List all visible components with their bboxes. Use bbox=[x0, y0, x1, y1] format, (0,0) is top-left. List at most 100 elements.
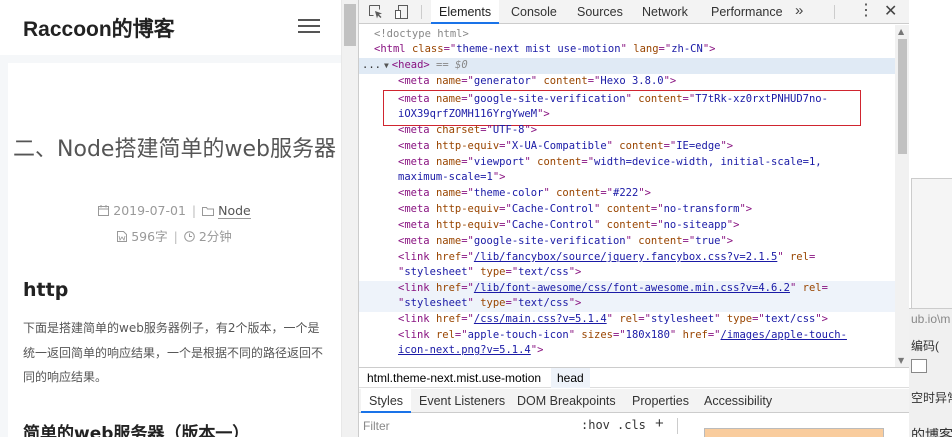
dom-link-fancybox-cont[interactable]: "stylesheet" type="text/css"> bbox=[359, 265, 895, 281]
attr-value: IE=edge bbox=[676, 140, 721, 152]
attr-value: stylesheet bbox=[650, 313, 715, 325]
dom-meta-cache-2[interactable]: <meta http-equiv="Cache-Control" content… bbox=[359, 218, 895, 234]
more-tabs-chevron-icon[interactable]: » bbox=[795, 0, 803, 22]
word-count: 596字 bbox=[131, 229, 168, 244]
icon-link[interactable]: icon-next.png?v=5.1.4 bbox=[398, 344, 531, 356]
scroll-up-arrow-icon[interactable]: ▲ bbox=[898, 27, 904, 36]
background-blog-fragment: 的博客 bbox=[911, 427, 952, 437]
more-options-icon[interactable]: ⋮ bbox=[858, 0, 874, 22]
post-category-link[interactable]: Node bbox=[218, 203, 251, 219]
hover-state-toggle[interactable]: :hov bbox=[581, 418, 610, 432]
inspect-element-icon[interactable] bbox=[368, 4, 384, 20]
styles-filter-bar: :hov .cls + bbox=[359, 414, 909, 437]
toolbar-divider bbox=[834, 5, 835, 19]
attr-value: no-siteapp bbox=[663, 219, 727, 231]
devtools-panel: Elements Console Sources Network Perform… bbox=[358, 0, 909, 437]
devtools-toolbar: Elements Console Sources Network Perform… bbox=[359, 0, 909, 24]
post-title-text: 二、Node搭建简单的web服务器 bbox=[13, 137, 336, 162]
folder-icon bbox=[202, 205, 215, 219]
device-toolbar-icon[interactable] bbox=[394, 4, 410, 20]
post-body: 二、Node搭建简单的web服务器 2019-07-01 | Node 596字 |… bbox=[8, 63, 341, 437]
post-date: 2019-07-01 bbox=[113, 203, 186, 218]
elements-tree[interactable]: <!doctype html> <html class="theme-next … bbox=[359, 25, 895, 367]
dom-link-apple-icon-cont[interactable]: icon-next.png?v=5.1.4"> bbox=[359, 343, 895, 359]
dom-meta-charset[interactable]: <meta charset="UTF-8"> bbox=[359, 123, 895, 139]
file-word-icon bbox=[117, 231, 128, 245]
blog-header: Raccoon的博客 bbox=[0, 0, 341, 55]
ellipsis-icon[interactable]: ... bbox=[362, 59, 381, 71]
tab-sources[interactable]: Sources bbox=[569, 0, 631, 24]
background-window-top bbox=[909, 0, 952, 178]
attr-value: Cache-Control bbox=[511, 219, 594, 231]
post-title[interactable]: 二、Node搭建简单的web服务器 bbox=[8, 136, 341, 164]
dom-meta-generator[interactable]: <meta name="generator" content="Hexo 3.8… bbox=[359, 74, 895, 90]
tab-properties[interactable]: Properties bbox=[624, 389, 697, 413]
attr-value: text/css bbox=[518, 266, 569, 278]
tab-styles[interactable]: Styles bbox=[361, 389, 412, 413]
icon-link[interactable]: /images/apple-touch- bbox=[721, 329, 847, 341]
background-window-middle bbox=[911, 178, 952, 308]
background-checkbox-icon bbox=[911, 359, 927, 373]
blog-scroll-thumb[interactable] bbox=[344, 4, 356, 46]
sidebar-pane-tabs: Styles Event Listeners DOM Breakpoints P… bbox=[359, 389, 909, 413]
styles-filter-input[interactable] bbox=[363, 417, 563, 435]
tab-elements[interactable]: Elements bbox=[431, 0, 500, 24]
tab-accessibility[interactable]: Accessibility bbox=[696, 389, 780, 413]
elements-scroll-thumb[interactable] bbox=[898, 39, 907, 154]
dom-doctype[interactable]: <!doctype html> bbox=[359, 27, 895, 43]
attr-value: apple-touch-icon bbox=[467, 329, 569, 341]
tab-network[interactable]: Network bbox=[634, 0, 696, 24]
tab-dom-breakpoints[interactable]: DOM Breakpoints bbox=[509, 389, 624, 413]
dom-html-node[interactable]: <html class="theme-next mist use-motion"… bbox=[359, 42, 895, 58]
menu-hamburger-icon[interactable] bbox=[298, 17, 320, 35]
calendar-icon bbox=[98, 205, 110, 219]
close-icon[interactable]: ✕ bbox=[884, 0, 897, 23]
blog-scrollbar[interactable] bbox=[341, 0, 358, 437]
dom-link-font-awesome-cont[interactable]: "stylesheet" type="text/css"> bbox=[359, 296, 895, 312]
new-style-rule-button[interactable]: + bbox=[655, 415, 664, 432]
read-time: 2分钟 bbox=[198, 229, 232, 244]
tab-console[interactable]: Console bbox=[503, 0, 565, 24]
attr-value: viewport bbox=[473, 156, 525, 168]
dom-meta-viewport-cont[interactable]: maximum-scale=1"> bbox=[359, 170, 895, 186]
tab-performance[interactable]: Performance bbox=[703, 0, 791, 24]
dom-meta-site-verification-2[interactable]: <meta name="google-site-verification" co… bbox=[359, 234, 895, 250]
dom-meta-viewport[interactable]: <meta name="viewport" content="width=dev… bbox=[359, 155, 895, 171]
dom-link-main-css[interactable]: <link href="/css/main.css?v=5.1.4" rel="… bbox=[359, 312, 895, 328]
attr-value: theme-color bbox=[473, 187, 544, 199]
tab-event-listeners[interactable]: Event Listeners bbox=[411, 389, 513, 413]
dom-head-node[interactable]: ... ▼ <head> == $0 bbox=[359, 58, 895, 74]
stylesheet-link[interactable]: /lib/font-awesome/css/font-awesome.min.c… bbox=[474, 282, 790, 294]
class-toggle[interactable]: .cls bbox=[617, 418, 646, 432]
dom-meta-cache-1[interactable]: <meta http-equiv="Cache-Control" content… bbox=[359, 202, 895, 218]
attr-value: X-UA-Compatible bbox=[511, 140, 607, 152]
attr-value: width=device-width, initial-scale=1, bbox=[594, 156, 822, 168]
highlight-annotation-box bbox=[383, 90, 861, 126]
attr-value: no-transform bbox=[663, 203, 740, 215]
attr-value: generator bbox=[473, 75, 531, 87]
site-title[interactable]: Raccoon的博客 bbox=[23, 13, 175, 43]
breadcrumb-head[interactable]: head bbox=[551, 368, 590, 388]
dom-link-fancybox[interactable]: <link href="/lib/fancybox/source/jquery.… bbox=[359, 250, 895, 266]
expand-triangle-icon[interactable]: ▼ bbox=[384, 61, 389, 70]
dom-link-font-awesome[interactable]: <link href="/lib/font-awesome/css/font-a… bbox=[359, 281, 895, 297]
dom-meta-theme-color[interactable]: <meta name="theme-color" content="#222"> bbox=[359, 186, 895, 202]
background-encoding-label: 编码( bbox=[911, 339, 939, 353]
toolbar-divider bbox=[421, 5, 422, 19]
attr-value: text/css bbox=[764, 313, 816, 325]
attr-value: stylesheet bbox=[404, 297, 468, 309]
breadcrumb-html[interactable]: html.theme-next.mist.use-motion bbox=[361, 368, 547, 388]
dom-link-apple-icon[interactable]: <link rel="apple-touch-icon" sizes="180x… bbox=[359, 328, 895, 344]
doctype-text: <!doctype html> bbox=[374, 28, 469, 40]
clock-icon bbox=[184, 231, 195, 245]
background-window: ub.io\m 编码( 空时异常 的博客 bbox=[909, 0, 952, 437]
attr-value: #222 bbox=[613, 187, 639, 199]
background-url-fragment: ub.io\m bbox=[911, 312, 951, 326]
stylesheet-link[interactable]: /css/main.css?v=5.1.4 bbox=[474, 313, 607, 325]
dom-meta-compat[interactable]: <meta http-equiv="X-UA-Compatible" conte… bbox=[359, 139, 895, 155]
scroll-down-arrow-icon[interactable]: ▼ bbox=[898, 356, 904, 365]
stylesheet-link[interactable]: /lib/fancybox/source/jquery.fancybox.css… bbox=[474, 251, 777, 263]
attr-value: true bbox=[695, 235, 721, 247]
elements-scrollbar[interactable]: ▲ ▼ bbox=[895, 25, 909, 367]
blog-page: Raccoon的博客 二、Node搭建简单的web服务器 2019-07-01 |… bbox=[0, 0, 341, 437]
